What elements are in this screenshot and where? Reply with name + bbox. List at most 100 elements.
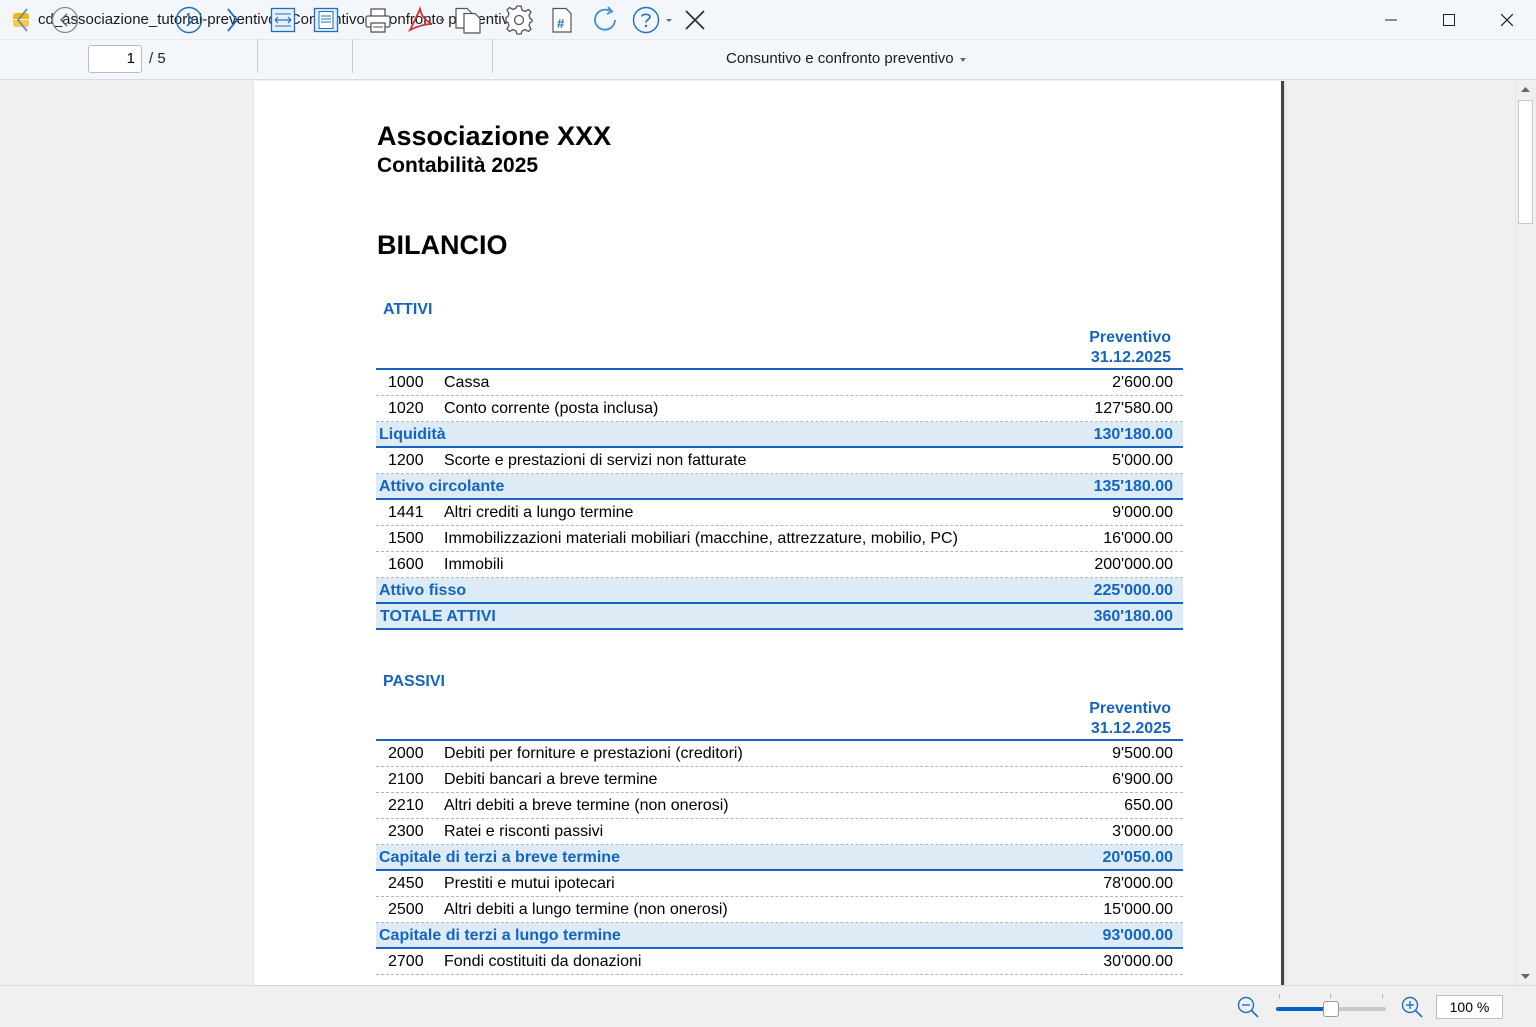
table-row: 1600 Immobili 200'000.00	[376, 552, 1183, 578]
column-header-line1: Preventivo	[1089, 700, 1171, 717]
amount: 9'000.00	[1112, 504, 1173, 521]
section-heading-passivi: PASSIVI	[383, 673, 445, 690]
table-row: 2000 Debiti per forniture e prestazioni (…	[376, 741, 1183, 767]
table-row: 2700 Fondi costituiti da donazioni 30'000.…	[376, 949, 1183, 975]
account-description: Attivo circolante	[379, 478, 505, 495]
scroll-up-icon[interactable]	[1519, 83, 1532, 96]
account-description: Altri debiti a lungo termine (non oneros…	[444, 901, 728, 918]
account-description: Altri debiti a breve termine (non oneros…	[444, 797, 729, 814]
account-number: 1441	[388, 504, 424, 521]
settings-button[interactable]	[503, 4, 535, 36]
slider-tick	[1279, 994, 1280, 999]
amount: 6'900.00	[1112, 771, 1173, 788]
printer-icon	[365, 8, 391, 33]
zoom-level-field[interactable]: 100 %	[1436, 995, 1503, 1019]
fit-page-icon	[313, 7, 339, 33]
zoom-out-icon	[1237, 996, 1259, 1018]
svg-text:#: #	[557, 16, 565, 31]
amount: 5'000.00	[1112, 452, 1173, 469]
account-number: 2450	[388, 875, 424, 892]
account-number: 2500	[388, 901, 424, 918]
export-pdf-button[interactable]	[406, 4, 446, 36]
close-window-button[interactable]	[1478, 0, 1536, 40]
page-number-input[interactable]: 1	[88, 45, 142, 73]
fit-width-icon	[270, 7, 296, 33]
report-subtitle: Contabilità 2025	[377, 154, 539, 177]
account-description: Cassa	[444, 374, 490, 391]
table-row: 2100 Debiti bancari a breve termine 6'900.…	[376, 767, 1183, 793]
report-title: BILANCIO	[377, 230, 508, 260]
fit-page-button[interactable]	[311, 4, 341, 36]
scrollbar-thumb[interactable]	[1518, 100, 1533, 224]
amount: 20'050.00	[1102, 849, 1173, 866]
account-number: 2210	[388, 797, 424, 814]
attivi-table: 1000 Cassa 2'600.00 1020 Conto corrente (pos…	[376, 368, 1183, 630]
previous-page-button[interactable]	[50, 4, 80, 36]
slider-tick	[1330, 994, 1331, 999]
page-total: / 5	[149, 50, 166, 67]
amount: 93'000.00	[1102, 927, 1173, 944]
account-description: Capitale di terzi a breve termine	[379, 849, 620, 866]
account-number: 2000	[388, 745, 424, 762]
column-header-line1: Preventivo	[1089, 329, 1171, 346]
table-row: 2450 Prestiti e mutui ipotecari 78'000.00	[376, 871, 1183, 897]
column-header-line2: 31.12.2025	[1090, 720, 1171, 737]
account-description: Liquidità	[379, 426, 446, 443]
hash-document-icon: #	[552, 7, 572, 33]
amount: 200'000.00	[1094, 556, 1173, 573]
zoom-slider-thumb[interactable]	[1323, 1001, 1339, 1017]
account-description: Conto corrente (posta inclusa)	[444, 400, 659, 417]
help-icon	[632, 6, 672, 34]
account-description: Immobili	[444, 556, 504, 573]
vertical-scrollbar[interactable]	[1515, 81, 1534, 985]
chevron-down-icon	[959, 57, 966, 62]
report-selector-label: Consuntivo e confronto preventivo	[726, 50, 954, 67]
toolbar-separator	[257, 39, 258, 73]
account-description: Ratei e risconti passivi	[444, 823, 604, 840]
print-button[interactable]	[362, 4, 394, 36]
subtotal-row: Attivo fisso 225'000.00	[376, 578, 1183, 604]
refresh-icon	[594, 6, 616, 31]
amount: 78'000.00	[1103, 875, 1173, 892]
account-description: Altri crediti a lungo termine	[444, 504, 634, 521]
next-page-button[interactable]	[174, 4, 204, 36]
amount: 130'180.00	[1093, 426, 1173, 443]
column-header: Preventivo 31.12.2025	[1031, 699, 1171, 739]
amount: 30'000.00	[1103, 953, 1173, 970]
report-viewer[interactable]: Associazione XXX Contabilità 2025 BILANC…	[0, 81, 1516, 985]
amount: 16'000.00	[1103, 530, 1173, 547]
forward-button[interactable]	[220, 4, 244, 36]
close-icon	[1501, 14, 1513, 26]
fit-width-button[interactable]	[268, 4, 298, 36]
subtotal-row: Attivo circolante 135'180.00	[376, 474, 1183, 500]
number-format-button[interactable]: #	[547, 4, 577, 36]
close-report-button[interactable]	[682, 4, 708, 36]
account-number: 2700	[388, 953, 424, 970]
back-button[interactable]	[12, 4, 34, 36]
minimize-button[interactable]	[1362, 0, 1420, 40]
zoom-in-icon	[1401, 996, 1423, 1018]
help-button[interactable]	[631, 4, 675, 36]
zoom-in-button[interactable]	[1400, 995, 1424, 1024]
account-number: 2100	[388, 771, 424, 788]
table-row: 2500 Altri debiti a lungo termine (non on…	[376, 897, 1183, 923]
circle-chevron-left-icon	[51, 6, 79, 34]
account-number: 2300	[388, 823, 424, 840]
scroll-down-icon[interactable]	[1519, 970, 1532, 983]
slider-tick	[1382, 994, 1383, 999]
copy-button[interactable]	[452, 4, 484, 36]
maximize-button[interactable]	[1420, 0, 1478, 40]
refresh-button[interactable]	[589, 4, 621, 36]
copy-icon	[455, 7, 481, 34]
amount: 225'000.00	[1093, 582, 1173, 599]
zoom-out-button[interactable]	[1236, 995, 1260, 1024]
maximize-icon	[1443, 14, 1455, 26]
account-description: TOTALE ATTIVI	[380, 608, 496, 625]
pdf-icon	[407, 6, 445, 33]
table-row: 1441 Altri crediti a lungo termine 9'000.0…	[376, 500, 1183, 526]
report-selector[interactable]: Consuntivo e confronto preventivo	[726, 50, 966, 67]
account-number: 1000	[388, 374, 424, 391]
chevron-right-icon	[227, 8, 239, 32]
table-row: 2300 Ratei e risconti passivi 3'000.00	[376, 819, 1183, 845]
amount: 360'180.00	[1093, 608, 1173, 625]
